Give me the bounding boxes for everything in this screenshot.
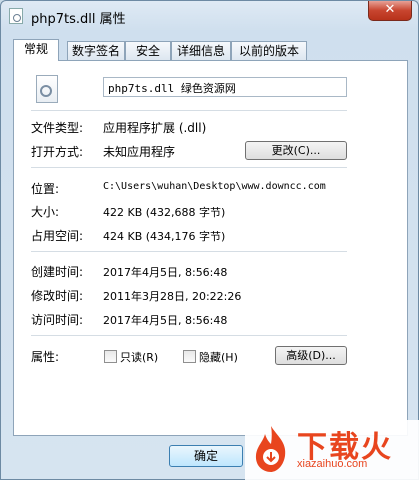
- change-button[interactable]: 更改(C)...: [245, 141, 347, 160]
- flame-logo-icon: [255, 426, 286, 472]
- file-type-label: 文件类型:: [31, 121, 84, 135]
- divider: [31, 167, 347, 168]
- size-label: 大小:: [31, 205, 60, 219]
- watermark-logo: 下载火 xiazaihuo.com: [245, 420, 419, 480]
- file-gear-icon: [36, 75, 58, 103]
- attributes-label: 属性:: [31, 350, 60, 364]
- location-value: C:\Users\wuhan\Desktop\www.downcc.com: [103, 181, 326, 192]
- properties-window: php7ts.dll 属性 ✕ 常规 数字签名 安全 详细信息 以前的版本 ph…: [0, 0, 419, 480]
- divider: [31, 251, 347, 252]
- readonly-checkbox[interactable]: [104, 350, 117, 363]
- close-icon: ✕: [384, 2, 396, 17]
- created-value: 2017年4月5日, 8:56:48: [103, 266, 228, 279]
- file-type-value: 应用程序扩展 (.dll): [103, 121, 207, 135]
- window-title: php7ts.dll 属性: [31, 12, 126, 27]
- location-label: 位置:: [31, 182, 60, 196]
- divider: [31, 110, 347, 111]
- tab-security[interactable]: 安全: [125, 41, 171, 60]
- tab-previous-versions[interactable]: 以前的版本: [231, 41, 307, 60]
- watermark-url: xiazaihuo.com: [297, 458, 368, 470]
- divider: [31, 335, 347, 336]
- close-button[interactable]: ✕: [368, 1, 412, 21]
- disk-size-value: 424 KB (434,176 字节): [103, 230, 226, 243]
- size-value: 422 KB (432,688 字节): [103, 206, 226, 219]
- tab-details[interactable]: 详细信息: [171, 41, 231, 60]
- created-label: 创建时间:: [31, 265, 84, 279]
- tab-general[interactable]: 常规: [13, 39, 59, 61]
- file-name-field[interactable]: php7ts.dll 绿色资源网: [103, 77, 347, 97]
- general-panel: php7ts.dll 绿色资源网 文件类型: 应用程序扩展 (.dll) 打开方…: [13, 60, 408, 436]
- hidden-checkbox[interactable]: [183, 350, 196, 363]
- open-with-label: 打开方式:: [31, 145, 84, 159]
- tab-digital-signatures[interactable]: 数字签名: [67, 41, 125, 60]
- open-with-value: 未知应用程序: [103, 145, 176, 159]
- advanced-button[interactable]: 高级(D)...: [275, 346, 347, 365]
- accessed-label: 访问时间:: [31, 313, 84, 327]
- readonly-label[interactable]: 只读(R): [120, 349, 158, 365]
- ok-button[interactable]: 确定: [169, 445, 243, 467]
- modified-value: 2011年3月28日, 20:22:26: [103, 290, 242, 303]
- modified-label: 修改时间:: [31, 289, 84, 303]
- disk-size-label: 占用空间:: [31, 229, 84, 243]
- accessed-value: 2017年4月5日, 8:56:48: [103, 314, 228, 327]
- hidden-label[interactable]: 隐藏(H): [199, 349, 238, 365]
- title-bar[interactable]: php7ts.dll 属性 ✕: [1, 1, 418, 31]
- dll-file-icon: [9, 8, 23, 24]
